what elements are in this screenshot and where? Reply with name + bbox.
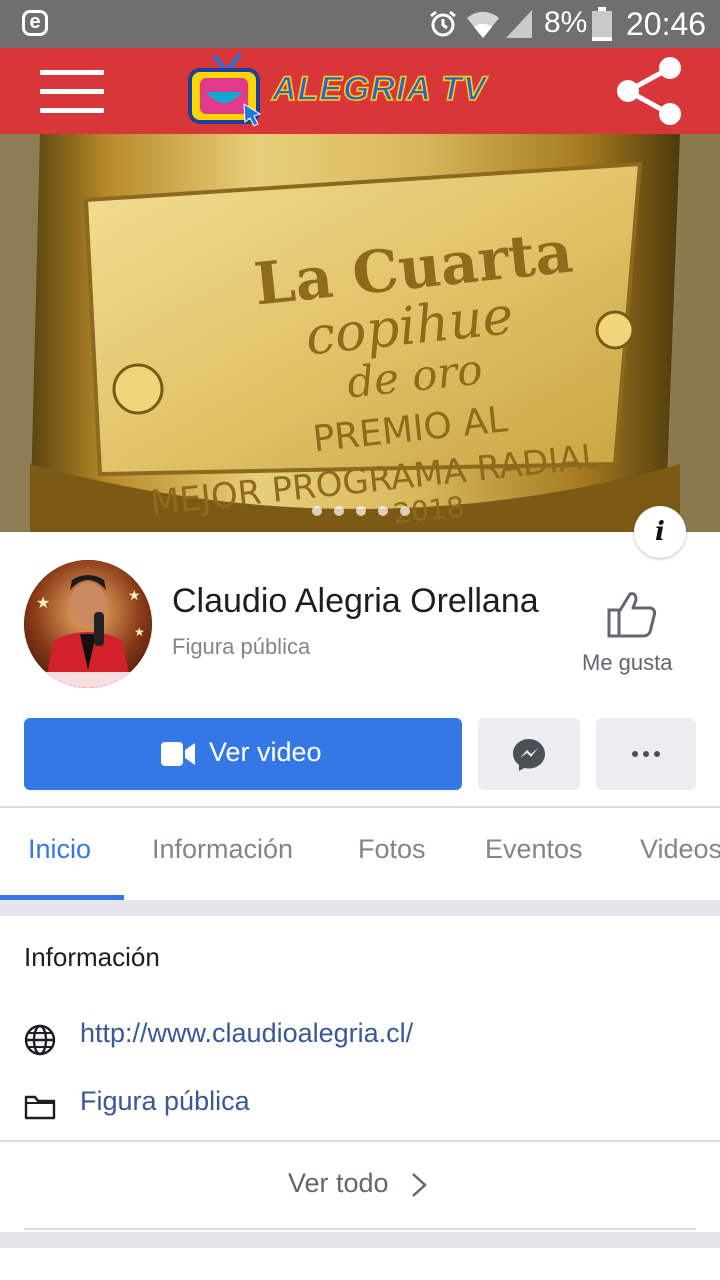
more-options-button[interactable] [596,718,696,790]
tab-fotos[interactable]: Fotos [358,834,426,865]
messenger-button[interactable] [478,718,580,790]
signal-icon [506,10,532,38]
see-all-link[interactable]: Ver todo [288,1168,389,1199]
app-title: ALEGRIA TV [271,69,487,109]
tv-logo-icon [188,52,262,127]
carousel-dot[interactable] [356,506,366,516]
section-separator [0,900,720,916]
tab-eventos[interactable]: Eventos [485,834,583,865]
status-bar: e 8% 20:46 [0,0,720,48]
website-link[interactable]: http://www.claudioalegria.cl/ [80,1018,413,1049]
page-category: Figura pública [172,634,311,659]
info-section-title: Información [24,942,160,972]
svg-text:★: ★ [128,587,141,603]
like-icon[interactable] [606,590,658,638]
clock: 20:46 [626,6,707,42]
battery-icon [592,7,612,41]
ellipsis-icon [632,751,660,757]
avatar[interactable]: ★ ★ ★ [24,560,152,688]
page-name: Claudio Alegria Orellana [172,582,539,620]
info-button[interactable]: i [634,506,686,558]
like-label[interactable]: Me gusta [582,650,673,676]
app-bar: ALEGRIA TV [0,48,720,134]
category-folder-icon [24,1095,56,1120]
battery-percent: 8% [544,6,588,39]
chevron-right-icon[interactable] [410,1172,428,1198]
messenger-icon [513,739,545,771]
category-link[interactable]: Figura pública [80,1086,250,1117]
carousel-dot[interactable] [334,506,344,516]
tab-inicio[interactable]: Inicio [28,834,91,865]
carousel-dot[interactable] [378,506,388,516]
share-icon[interactable] [614,54,684,128]
svg-text:★: ★ [36,595,50,612]
trophy-plaque-image: La Cuarta copihue de oro PREMIO AL MEJOR… [0,134,720,532]
alarm-icon [430,10,456,37]
app-logo: ALEGRIA TV [186,52,526,130]
info-icon: i [655,517,665,547]
app-notification-icon: e [22,10,48,36]
cover-photo[interactable]: La Cuarta copihue de oro PREMIO AL MEJOR… [0,134,720,532]
carousel-dot[interactable] [312,506,322,516]
divider [24,1228,696,1230]
tab-videos[interactable]: Videos [640,834,720,865]
ver-video-label: Ver video [209,737,322,767]
divider [0,1140,720,1142]
hamburger-icon[interactable] [40,70,104,114]
video-camera-icon [161,742,195,766]
carousel-dot[interactable] [400,506,410,516]
svg-text:★: ★ [134,625,145,639]
profile-photo: ★ ★ ★ [24,560,152,688]
ver-video-button[interactable]: Ver video [24,718,462,790]
divider [0,806,720,808]
wifi-icon [467,11,499,38]
globe-icon [24,1024,56,1056]
section-separator [0,1232,720,1248]
tab-informacion[interactable]: Información [152,834,293,865]
